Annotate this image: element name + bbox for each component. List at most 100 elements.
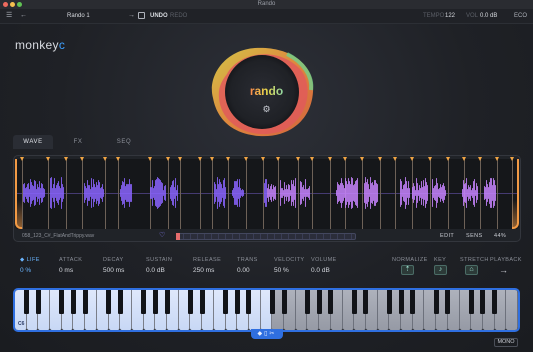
- hamburger-menu-icon[interactable]: ☰: [6, 12, 12, 20]
- waveform-column: [275, 186, 276, 200]
- black-key[interactable]: [164, 290, 170, 314]
- slice-marker[interactable]: [393, 157, 397, 161]
- black-key[interactable]: [199, 290, 205, 314]
- slice-marker[interactable]: [103, 157, 107, 161]
- sens-button[interactable]: SENS: [466, 232, 483, 240]
- black-key[interactable]: [187, 290, 193, 314]
- slice-marker[interactable]: [64, 157, 68, 161]
- undo-button[interactable]: UNDO: [150, 13, 168, 19]
- black-key[interactable]: [410, 290, 416, 314]
- gear-icon[interactable]: ⚙: [262, 105, 271, 114]
- black-key[interactable]: [106, 290, 112, 314]
- param-value-velocity[interactable]: 50 %: [274, 267, 289, 274]
- tab-fx[interactable]: FX: [61, 135, 95, 149]
- window-titlebar: Rando: [0, 0, 533, 9]
- window-title: Rando: [257, 1, 276, 7]
- stretch-icon[interactable]: ⌂: [465, 265, 478, 275]
- save-icon[interactable]: [138, 12, 145, 19]
- param-value-trans[interactable]: 0.00: [237, 267, 250, 274]
- param-value-volume[interactable]: 0.0 dB: [311, 267, 330, 274]
- slice-marker[interactable]: [178, 157, 182, 161]
- eco-button[interactable]: ECO: [514, 13, 527, 19]
- slice-marker[interactable]: [210, 157, 214, 161]
- slice-marker[interactable]: [328, 157, 332, 161]
- black-key[interactable]: [70, 290, 76, 314]
- black-key[interactable]: [492, 290, 498, 314]
- black-key[interactable]: [398, 290, 404, 314]
- black-key[interactable]: [316, 290, 322, 314]
- arrow-right-icon[interactable]: →: [128, 12, 135, 20]
- black-key[interactable]: [445, 290, 451, 314]
- slice-marker[interactable]: [310, 157, 314, 161]
- black-key[interactable]: [82, 290, 88, 314]
- slice-marker[interactable]: [46, 157, 50, 161]
- black-key[interactable]: [24, 290, 30, 314]
- slice-marker[interactable]: [462, 157, 466, 161]
- slice-marker[interactable]: [80, 157, 84, 161]
- black-key[interactable]: [141, 290, 147, 314]
- zoom-value[interactable]: 44%: [494, 232, 506, 240]
- slice-marker[interactable]: [478, 157, 482, 161]
- slice-marker[interactable]: [343, 157, 347, 161]
- black-key[interactable]: [480, 290, 486, 314]
- black-key[interactable]: [433, 290, 439, 314]
- param-label-decay: DECAY: [103, 257, 124, 263]
- slice-marker[interactable]: [428, 157, 432, 161]
- black-key[interactable]: [269, 290, 275, 314]
- piano-keyboard[interactable]: [15, 290, 518, 330]
- black-key[interactable]: [223, 290, 229, 314]
- normalize-icon[interactable]: ⇡: [401, 265, 414, 275]
- trim-end-handle[interactable]: [512, 159, 519, 229]
- arrow-left-icon[interactable]: ←: [20, 12, 27, 20]
- param-value-sustain[interactable]: 0.0 dB: [146, 267, 165, 274]
- slice-marker[interactable]: [446, 157, 450, 161]
- slice-marker[interactable]: [244, 157, 248, 161]
- slice-marker[interactable]: [296, 157, 300, 161]
- black-key[interactable]: [152, 290, 158, 314]
- playback-arrow-icon[interactable]: →: [499, 265, 508, 275]
- slice-line: [312, 159, 313, 229]
- slice-marker[interactable]: [166, 157, 170, 161]
- slice-marker[interactable]: [495, 157, 499, 161]
- slice-marker[interactable]: [410, 157, 414, 161]
- param-value-life[interactable]: 0 %: [20, 267, 31, 274]
- black-key[interactable]: [35, 290, 41, 314]
- tab-wave[interactable]: WAVE: [13, 135, 53, 149]
- black-key[interactable]: [117, 290, 123, 314]
- black-key[interactable]: [234, 290, 240, 314]
- slice-marker[interactable]: [116, 157, 120, 161]
- black-key[interactable]: [281, 290, 287, 314]
- slice-marker[interactable]: [198, 157, 202, 161]
- slice-marker[interactable]: [148, 157, 152, 161]
- black-key[interactable]: [304, 290, 310, 314]
- slice-marker[interactable]: [261, 157, 265, 161]
- black-key[interactable]: [59, 290, 65, 314]
- black-key[interactable]: [351, 290, 357, 314]
- param-value-attack[interactable]: 0 ms: [59, 267, 73, 274]
- mono-button[interactable]: MONO: [494, 338, 518, 347]
- preset-name[interactable]: Rando 1: [67, 13, 90, 19]
- sample-overview-strip[interactable]: [176, 233, 356, 240]
- black-key[interactable]: [246, 290, 252, 314]
- black-key[interactable]: [468, 290, 474, 314]
- param-value-decay[interactable]: 500 ms: [103, 267, 124, 274]
- edit-button[interactable]: EDIT: [440, 232, 454, 240]
- slice-marker[interactable]: [378, 157, 382, 161]
- music-note-icon[interactable]: ♪: [434, 265, 447, 275]
- black-key[interactable]: [363, 290, 369, 314]
- trim-start-handle[interactable]: [15, 159, 22, 229]
- param-value-release[interactable]: 250 ms: [193, 267, 214, 274]
- keyboard-mode-tab[interactable]: ◆▯✂: [251, 329, 283, 339]
- slice-marker[interactable]: [276, 157, 280, 161]
- tab-seq[interactable]: SEQ: [107, 135, 141, 149]
- white-key[interactable]: [506, 290, 518, 330]
- top-toolbar: ☰ ← Rando 1 → UNDO REDO TEMPO 122 VOL 0.…: [0, 9, 533, 24]
- slice-marker[interactable]: [226, 157, 230, 161]
- tempo-value[interactable]: 122: [445, 13, 455, 19]
- redo-button[interactable]: REDO: [170, 13, 187, 19]
- volume-value[interactable]: 0.0 dB: [480, 13, 497, 19]
- black-key[interactable]: [386, 290, 392, 314]
- black-key[interactable]: [328, 290, 334, 314]
- heart-icon[interactable]: ♡: [159, 232, 165, 240]
- slice-marker[interactable]: [360, 157, 364, 161]
